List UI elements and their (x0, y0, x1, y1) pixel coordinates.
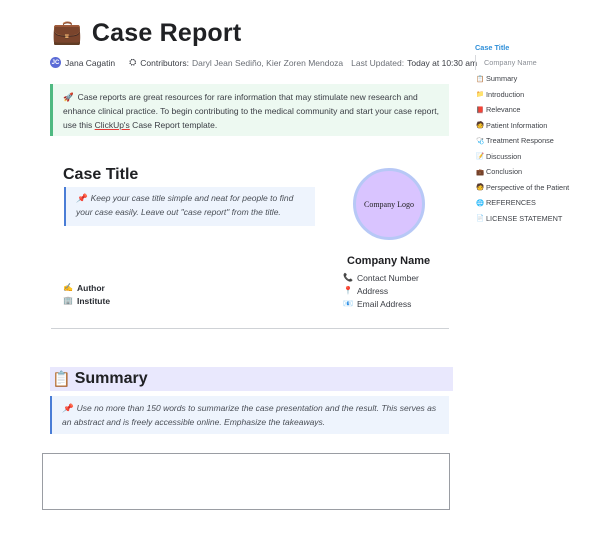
case-callout-text: Keep your case title simple and neat for… (76, 193, 294, 217)
pushpin-icon: 📌 (76, 193, 87, 203)
summary-heading[interactable]: 📋 Summary (50, 367, 453, 391)
book-icon: 📕 (476, 106, 485, 114)
toc-item-label: LICENSE STATEMENT (486, 213, 563, 223)
toc-item-discussion[interactable]: 📝 Discussion (473, 149, 598, 165)
address-label: Address (357, 285, 389, 296)
person-icon: 🧑 (476, 184, 485, 192)
clipboard-icon: 📋 (52, 371, 71, 388)
toc-item-summary[interactable]: 📋 Summary (473, 71, 598, 87)
company-logo-text: Company Logo (364, 199, 414, 209)
case-title-callout[interactable]: 📌 Keep your case title simple and neat fo… (64, 187, 315, 226)
summary-title: Summary (74, 370, 148, 387)
clickup-link[interactable]: ClickUp's (95, 120, 130, 130)
contributors-names[interactable]: Daryl Jean Sediño, Kier Zoren Mendoza (192, 58, 343, 68)
divider (51, 328, 449, 329)
email-label: Email Address (357, 298, 412, 309)
page-title-row: 💼 Case Report (52, 18, 241, 48)
pushpin-icon: 📌 (62, 403, 73, 413)
table-of-contents: Case Title Company Name 📋 Summary 📁 Intr… (473, 40, 598, 226)
toc-item-patient-information[interactable]: 🧑 Patient Information (473, 118, 598, 134)
toc-item-conclusion[interactable]: 💼 Conclusion (473, 164, 598, 180)
toc-item-license-statement[interactable]: 📄 LICENSE STATEMENT (473, 211, 598, 227)
page-meta: JC Jana Cagatin ⛭ Contributors: Daryl Je… (50, 57, 477, 68)
document: 💼 Case Report JC Jana Cagatin ⛭ Contribu… (0, 0, 477, 533)
contact-number-label: Contact Number (357, 272, 419, 283)
telephone-icon: 📞 (343, 273, 353, 282)
email-icon: 📧 (343, 299, 353, 308)
toc-item-label: Introduction (486, 89, 525, 99)
last-updated-label: Last Updated: (351, 57, 405, 68)
author-label: Author (77, 282, 105, 293)
stethoscope-icon: 🩺 (476, 137, 485, 145)
company-logo[interactable]: Company Logo (353, 168, 425, 240)
building-icon: 🏢 (63, 296, 73, 305)
summary-callout-text: Use no more than 150 words to summarize … (62, 403, 437, 427)
rocket-icon: 🚀 (63, 92, 74, 102)
location-pin-icon: 📍 (343, 286, 353, 295)
last-updated-value: Today at 10:30 am (407, 57, 478, 68)
institute-item[interactable]: 🏢 Institute (63, 294, 110, 307)
toc-item-label: Patient Information (486, 120, 548, 130)
email-item[interactable]: 📧 Email Address (343, 297, 419, 310)
toc-item-label: Summary (486, 74, 518, 84)
writing-hand-icon: ✍️ (63, 283, 73, 292)
author-block: ✍️ Author 🏢 Institute (63, 281, 110, 307)
summary-callout[interactable]: 📌 Use no more than 150 words to summarize… (50, 396, 449, 434)
toc-item-label: Perspective of the Patient (486, 182, 570, 192)
intro-callout[interactable]: 🚀 Case reports are great resources for ra… (50, 84, 449, 136)
memo-icon: 📝 (476, 153, 485, 161)
author-name[interactable]: Jana Cagatin (65, 58, 115, 68)
toc-item-relevance[interactable]: 📕 Relevance (473, 102, 598, 118)
case-title-heading[interactable]: Case Title (63, 166, 138, 184)
avatar[interactable]: JC (50, 57, 61, 68)
toc-item-treatment-response[interactable]: 🩺 Treatment Response (473, 133, 598, 149)
intro-text-after: Case Report template. (129, 120, 218, 130)
company-name[interactable]: Company Name (347, 255, 430, 267)
page-title[interactable]: Case Report (92, 19, 241, 48)
globe-icon: 🌐 (476, 199, 485, 207)
toc-item-label: Relevance (486, 105, 521, 115)
toc-item-perspective-of-the-patient[interactable]: 🧑 Perspective of the Patient (473, 180, 598, 196)
toc-item-introduction[interactable]: 📁 Introduction (473, 87, 598, 103)
briefcase-icon: 💼 (476, 168, 485, 176)
contact-number-item[interactable]: 📞 Contact Number (343, 271, 419, 284)
contact-list: 📞 Contact Number 📍 Address 📧 Email Addre… (343, 271, 419, 310)
contributors-icon: ⛭ (129, 57, 137, 67)
toc-item-label: Conclusion (486, 167, 523, 177)
folder-icon: 📁 (476, 91, 485, 99)
toc-item-label: Discussion (486, 151, 522, 161)
contributors-label: Contributors: (140, 57, 189, 68)
document-icon: 📄 (476, 215, 485, 223)
address-item[interactable]: 📍 Address (343, 284, 419, 297)
briefcase-icon: 💼 (52, 19, 82, 46)
clipboard-icon: 📋 (476, 75, 485, 83)
toc-item-company-name[interactable]: Company Name (475, 55, 598, 70)
toc-item-case-title[interactable]: Case Title (473, 40, 598, 55)
author-item[interactable]: ✍️ Author (63, 281, 110, 294)
toc-item-label: Treatment Response (486, 136, 554, 146)
institute-label: Institute (77, 295, 111, 306)
toc-item-references[interactable]: 🌐 REFERENCES (473, 195, 598, 211)
toc-item-label: REFERENCES (486, 198, 536, 208)
person-icon: 🧑 (476, 122, 485, 130)
summary-text-box[interactable] (42, 453, 450, 510)
